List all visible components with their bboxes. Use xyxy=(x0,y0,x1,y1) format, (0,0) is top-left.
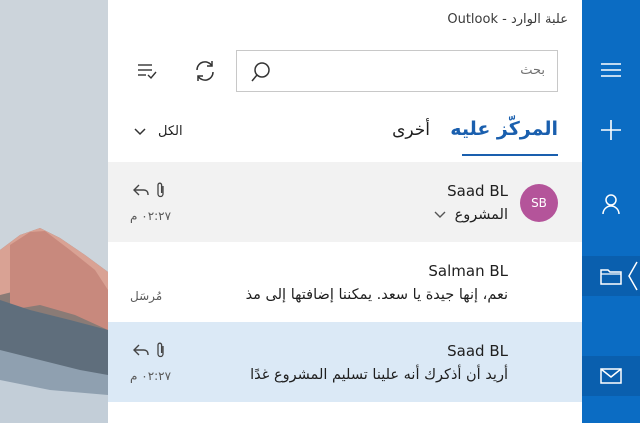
tab-other[interactable]: أخرى xyxy=(392,120,430,140)
filter-dropdown[interactable]: الكل xyxy=(134,124,183,139)
plus-icon[interactable] xyxy=(582,110,640,150)
message-time: ٠٢:٢٧ م xyxy=(130,209,172,223)
reply-icon xyxy=(133,184,149,196)
tab-focused[interactable]: المركّز عليه xyxy=(450,118,558,140)
message-row[interactable]: SB Saad BL المشروع ٠٢:٢٧ م xyxy=(108,162,582,242)
attachment-icon xyxy=(157,342,164,358)
message-list-pane: علبة الوارد - Outlook بحث المركّز عليه أ… xyxy=(108,0,582,423)
message-preview: أريد أن أذكرك أنه علينا تسليم المشروع غد… xyxy=(250,367,508,383)
message-sender: Saad BL xyxy=(447,342,508,360)
hamburger-icon[interactable] xyxy=(582,50,640,90)
attachment-icon xyxy=(157,182,164,198)
message-time: ٠٢:٢٧ م xyxy=(130,369,172,383)
message-preview: نعم، إنها جيدة يا سعد. يمكننا إضافتها إل… xyxy=(245,287,508,303)
message-status: مُرسَل xyxy=(130,289,163,303)
checklist-icon[interactable] xyxy=(134,58,160,84)
message-sender: Salman BL xyxy=(428,262,508,280)
person-icon[interactable] xyxy=(582,184,640,224)
message-status-icons xyxy=(132,342,166,358)
active-folder-marker xyxy=(628,261,638,291)
inbox-tabs: المركّز عليه أخرى الكل xyxy=(108,118,582,160)
toolbar: بحث xyxy=(108,50,582,92)
expand-thread-icon[interactable] xyxy=(434,211,446,219)
mountain-image xyxy=(0,0,108,423)
avatar: SB xyxy=(520,184,558,222)
folder-icon[interactable] xyxy=(582,256,640,296)
search-input[interactable]: بحث xyxy=(236,50,558,92)
search-placeholder: بحث xyxy=(520,63,545,78)
search-icon[interactable] xyxy=(249,60,273,84)
mail-icon[interactable] xyxy=(582,356,640,396)
message-subject-text: المشروع xyxy=(454,207,508,223)
message-row[interactable]: Salman BL نعم، إنها جيدة يا سعد. يمكننا … xyxy=(108,242,582,322)
message-row-selected[interactable]: Saad BL أريد أن أذكرك أنه علينا تسليم ال… xyxy=(108,322,582,402)
chevron-down-icon xyxy=(134,127,146,135)
message-subject: المشروع xyxy=(434,207,508,223)
sync-icon[interactable] xyxy=(192,58,218,84)
desktop-wallpaper xyxy=(0,0,108,423)
window-title: علبة الوارد - Outlook xyxy=(447,12,568,27)
message-status-icons xyxy=(132,182,166,198)
tab-focused-underline xyxy=(462,154,558,156)
filter-label: الكل xyxy=(158,124,183,139)
reply-icon xyxy=(133,344,149,356)
navigation-rail xyxy=(582,0,640,423)
message-sender: Saad BL xyxy=(447,182,508,200)
